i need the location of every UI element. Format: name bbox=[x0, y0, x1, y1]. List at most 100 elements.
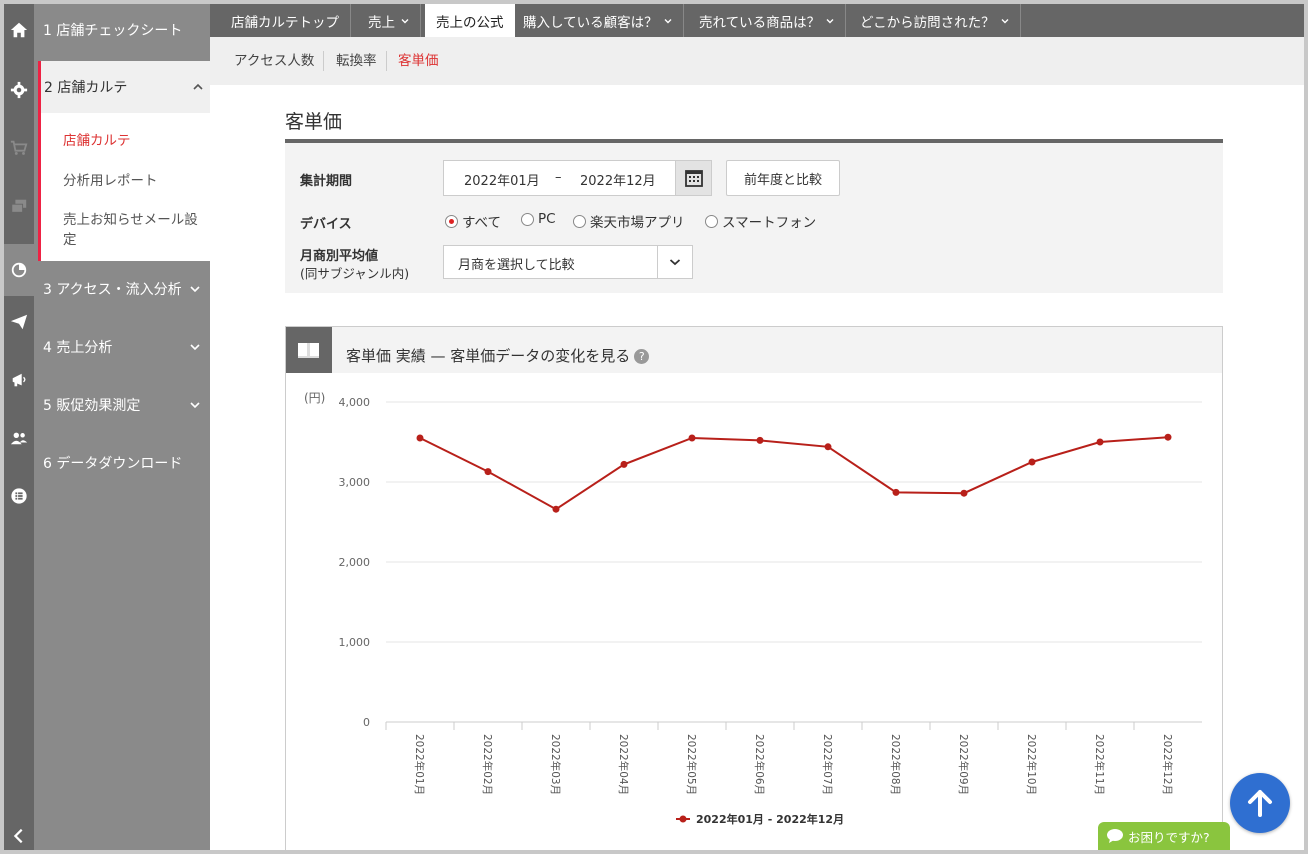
nav-subitem-store-karte[interactable]: 店舗カルテ bbox=[63, 131, 209, 151]
x-tick-label: 2022年10月 bbox=[1025, 734, 1038, 795]
windows-icon[interactable] bbox=[4, 186, 34, 226]
radio-label: すべて bbox=[462, 215, 502, 231]
legend-label: 2022年01月 - 2022年12月 bbox=[696, 812, 844, 826]
radio-dot bbox=[705, 214, 718, 228]
nav-item-label: 6 データダウンロード bbox=[43, 456, 183, 472]
x-tick-label: 2022年09月 bbox=[957, 734, 970, 795]
device-radio-app[interactable]: 楽天市場アプリ bbox=[573, 211, 685, 231]
tab-label: 売上 bbox=[368, 14, 395, 31]
home-icon[interactable] bbox=[4, 10, 34, 50]
paper-plane-icon[interactable] bbox=[4, 302, 34, 342]
data-point bbox=[892, 488, 900, 496]
tab-karte-top[interactable]: 店舗カルテトップ bbox=[220, 4, 351, 37]
nav-item-access-analysis[interactable]: 3 アクセス・流入分析 bbox=[34, 263, 210, 315]
nav-item-check-sheet[interactable]: 1 店舗チェックシート bbox=[34, 4, 210, 56]
data-point bbox=[484, 468, 492, 476]
chevron-down-icon bbox=[669, 259, 681, 266]
date-range-field[interactable]: 2022年01月 – 2022年12月 bbox=[443, 160, 711, 196]
x-tick-label: 2022年01月 bbox=[413, 734, 426, 795]
nav-group-store-karte: 2 店舗カルテ 店舗カルテ 分析用レポート 売上お知らせメール設定 bbox=[38, 61, 210, 261]
page-title: 客単価 bbox=[285, 111, 343, 133]
data-point bbox=[756, 436, 764, 444]
device-radio-pc[interactable]: PC bbox=[521, 211, 556, 227]
speech-bubble-icon bbox=[1107, 829, 1123, 843]
y-tick-label: 1,000 bbox=[339, 636, 371, 649]
x-tick-label: 2022年12月 bbox=[1161, 734, 1174, 795]
data-point bbox=[552, 505, 560, 513]
help-question-icon[interactable]: ? bbox=[634, 349, 650, 364]
subtab-access-count[interactable]: アクセス人数 bbox=[225, 51, 325, 71]
side-nav: 1 店舗チェックシート 2 店舗カルテ 店舗カルテ 分析用レポート 売上お知らせ… bbox=[34, 4, 210, 850]
monthly-sales-select[interactable]: 月商を選択して比較 bbox=[443, 245, 693, 279]
nav-item-promo-measurement[interactable]: 5 販促効果測定 bbox=[34, 379, 210, 431]
legend-marker bbox=[679, 815, 687, 823]
nav-subitem-sales-mail-settings[interactable]: 売上お知らせメール設定 bbox=[63, 210, 209, 250]
collapse-chevron-icon[interactable] bbox=[4, 816, 34, 850]
help-chat-label: お困りですか? bbox=[1128, 829, 1210, 845]
device-radio-all[interactable]: すべて bbox=[445, 211, 501, 231]
x-tick-label: 2022年07月 bbox=[821, 734, 834, 795]
y-tick-label: 2,000 bbox=[339, 556, 371, 569]
tab-referrers[interactable]: どこから訪問された？ bbox=[849, 4, 1021, 37]
chevron-down-icon bbox=[664, 18, 672, 23]
select-caret bbox=[657, 246, 692, 278]
x-tick-label: 2022年05月 bbox=[685, 734, 698, 795]
x-tick-label: 2022年03月 bbox=[549, 734, 562, 795]
chevron-down-icon bbox=[1001, 18, 1009, 23]
tab-sales-formula[interactable]: 売上の公式 bbox=[425, 4, 515, 37]
device-radio-smartphone[interactable]: スマートフォン bbox=[705, 211, 816, 231]
y-tick-label: 4,000 bbox=[339, 396, 371, 409]
pie-chart-icon[interactable] bbox=[4, 244, 34, 296]
tab-products[interactable]: 売れている商品は？ bbox=[688, 4, 847, 37]
subtab-avg-order-value[interactable]: 客単価 bbox=[389, 51, 448, 71]
chart-panel: 客単価 実績 — 客単価データの変化を見る? 0 1,000 2,000 3,000 4… bbox=[285, 326, 1223, 850]
users-icon[interactable] bbox=[4, 418, 34, 458]
data-point bbox=[960, 489, 968, 497]
cart-icon[interactable] bbox=[4, 128, 34, 168]
scroll-top-button[interactable] bbox=[1230, 773, 1290, 833]
list-icon[interactable] bbox=[4, 476, 34, 516]
tab-sales[interactable]: 売上 bbox=[357, 4, 421, 37]
series-line bbox=[419, 436, 1169, 511]
chevron-down-icon bbox=[826, 18, 834, 23]
nav-item-data-download[interactable]: 6 データダウンロード bbox=[34, 437, 210, 489]
data-point bbox=[1028, 458, 1036, 466]
calendar-button[interactable] bbox=[675, 160, 712, 196]
x-tick-label: 2022年08月 bbox=[889, 734, 902, 795]
data-point bbox=[824, 443, 832, 451]
data-point bbox=[1164, 433, 1172, 441]
compare-prev-year-button[interactable]: 前年度と比較 bbox=[726, 160, 840, 196]
nav-item-label: 1 店舗チェックシート bbox=[43, 23, 183, 39]
select-value: 月商を選択して比較 bbox=[458, 258, 575, 273]
nav-item-label: 4 売上分析 bbox=[43, 340, 113, 356]
calendar-icon bbox=[684, 170, 703, 187]
megaphone-icon[interactable] bbox=[4, 360, 34, 400]
tab-customers[interactable]: 購入している顧客は？ bbox=[512, 4, 684, 37]
book-icon bbox=[286, 327, 332, 373]
y-tick-label: 0 bbox=[363, 716, 370, 729]
gear-icon[interactable] bbox=[4, 70, 34, 110]
app-frame: 1 店舗チェックシート 2 店舗カルテ 店舗カルテ 分析用レポート 売上お知らせ… bbox=[4, 4, 1304, 850]
chevron-down-icon bbox=[401, 18, 409, 23]
x-tick-label: 2022年04月 bbox=[617, 734, 630, 795]
data-point bbox=[1096, 438, 1104, 446]
arrow-up-icon bbox=[1248, 790, 1272, 817]
device-label: デバイス bbox=[300, 217, 352, 232]
monthly-avg-label: 月商別平均値 bbox=[300, 249, 379, 264]
chart-area: 0 1,000 2,000 3,000 4,000 (円) 2022年01月 2022年02月… bbox=[304, 391, 1202, 826]
chevron-down-icon bbox=[190, 402, 200, 409]
help-chat-button[interactable]: お困りですか? bbox=[1098, 822, 1230, 850]
nav-item-store-karte[interactable]: 2 店舗カルテ bbox=[41, 61, 210, 113]
nav-item-sales-analysis[interactable]: 4 売上分析 bbox=[34, 321, 210, 373]
nav-subitem-analysis-report[interactable]: 分析用レポート bbox=[63, 171, 209, 191]
date-separator: – bbox=[555, 170, 562, 185]
nav-item-label: 2 店舗カルテ bbox=[44, 80, 128, 96]
main-content: 客単価 集計期間 2022年01月 – 2022年12月 前年度と比較 デバイス… bbox=[210, 85, 1304, 850]
subtab-conversion-rate[interactable]: 転換率 bbox=[327, 51, 387, 71]
y-tick-label: 3,000 bbox=[339, 476, 371, 489]
filter-panel: 集計期間 2022年01月 – 2022年12月 前年度と比較 デバイス すべて… bbox=[285, 143, 1223, 293]
x-tick-label: 2022年06月 bbox=[753, 734, 766, 795]
period-label: 集計期間 bbox=[300, 174, 353, 189]
radio-label: 楽天市場アプリ bbox=[590, 215, 685, 231]
nav-item-label: 5 販促効果測定 bbox=[43, 398, 141, 414]
